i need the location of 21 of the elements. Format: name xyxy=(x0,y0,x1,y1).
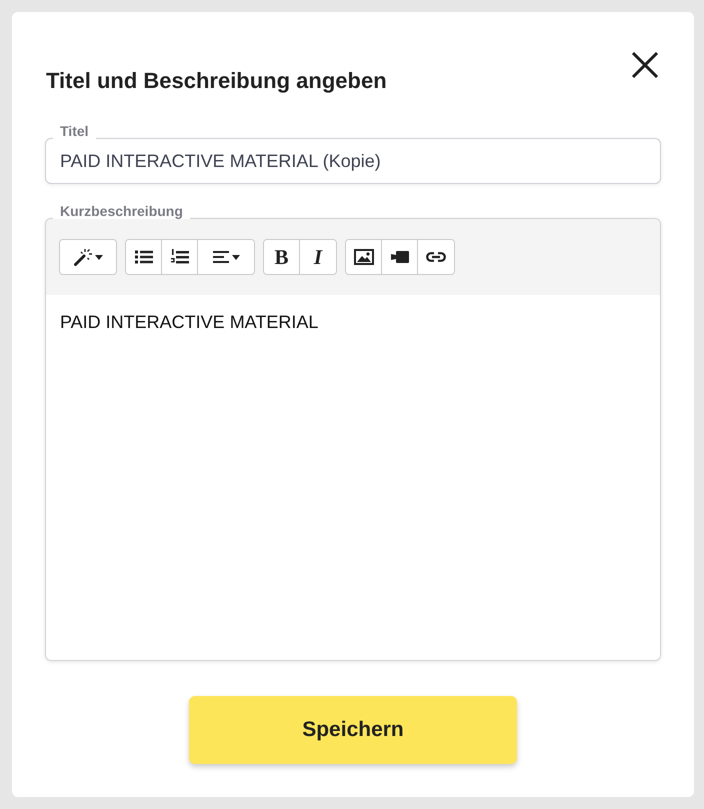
bold-button[interactable]: B xyxy=(264,240,300,274)
save-button[interactable]: Speichern xyxy=(189,696,517,764)
align-left-icon xyxy=(212,251,228,263)
close-button[interactable] xyxy=(632,52,658,78)
close-icon xyxy=(632,52,658,78)
video-camera-icon xyxy=(390,251,408,263)
editor-text: PAID INTERACTIVE MATERIAL xyxy=(60,311,320,333)
field-label: Kurzbeschreibung xyxy=(53,203,190,219)
dialog-title: Titel und Beschreibung angeben xyxy=(46,67,387,95)
bulleted-list-icon xyxy=(134,250,152,264)
bulleted-list-button[interactable] xyxy=(126,240,162,274)
magic-wand-icon xyxy=(74,248,92,266)
caret-icon xyxy=(232,254,240,260)
field-label: Titel xyxy=(53,123,96,139)
numbered-list-icon xyxy=(170,249,188,265)
title-input[interactable]: PAID INTERACTIVE MATERIAL (Kopie) xyxy=(45,138,661,184)
link-icon xyxy=(426,252,446,262)
picture-icon xyxy=(354,249,374,265)
picture-button[interactable] xyxy=(346,240,382,274)
caret-icon xyxy=(94,254,102,260)
editor-text-area[interactable]: PAID INTERACTIVE MATERIAL xyxy=(46,295,660,660)
